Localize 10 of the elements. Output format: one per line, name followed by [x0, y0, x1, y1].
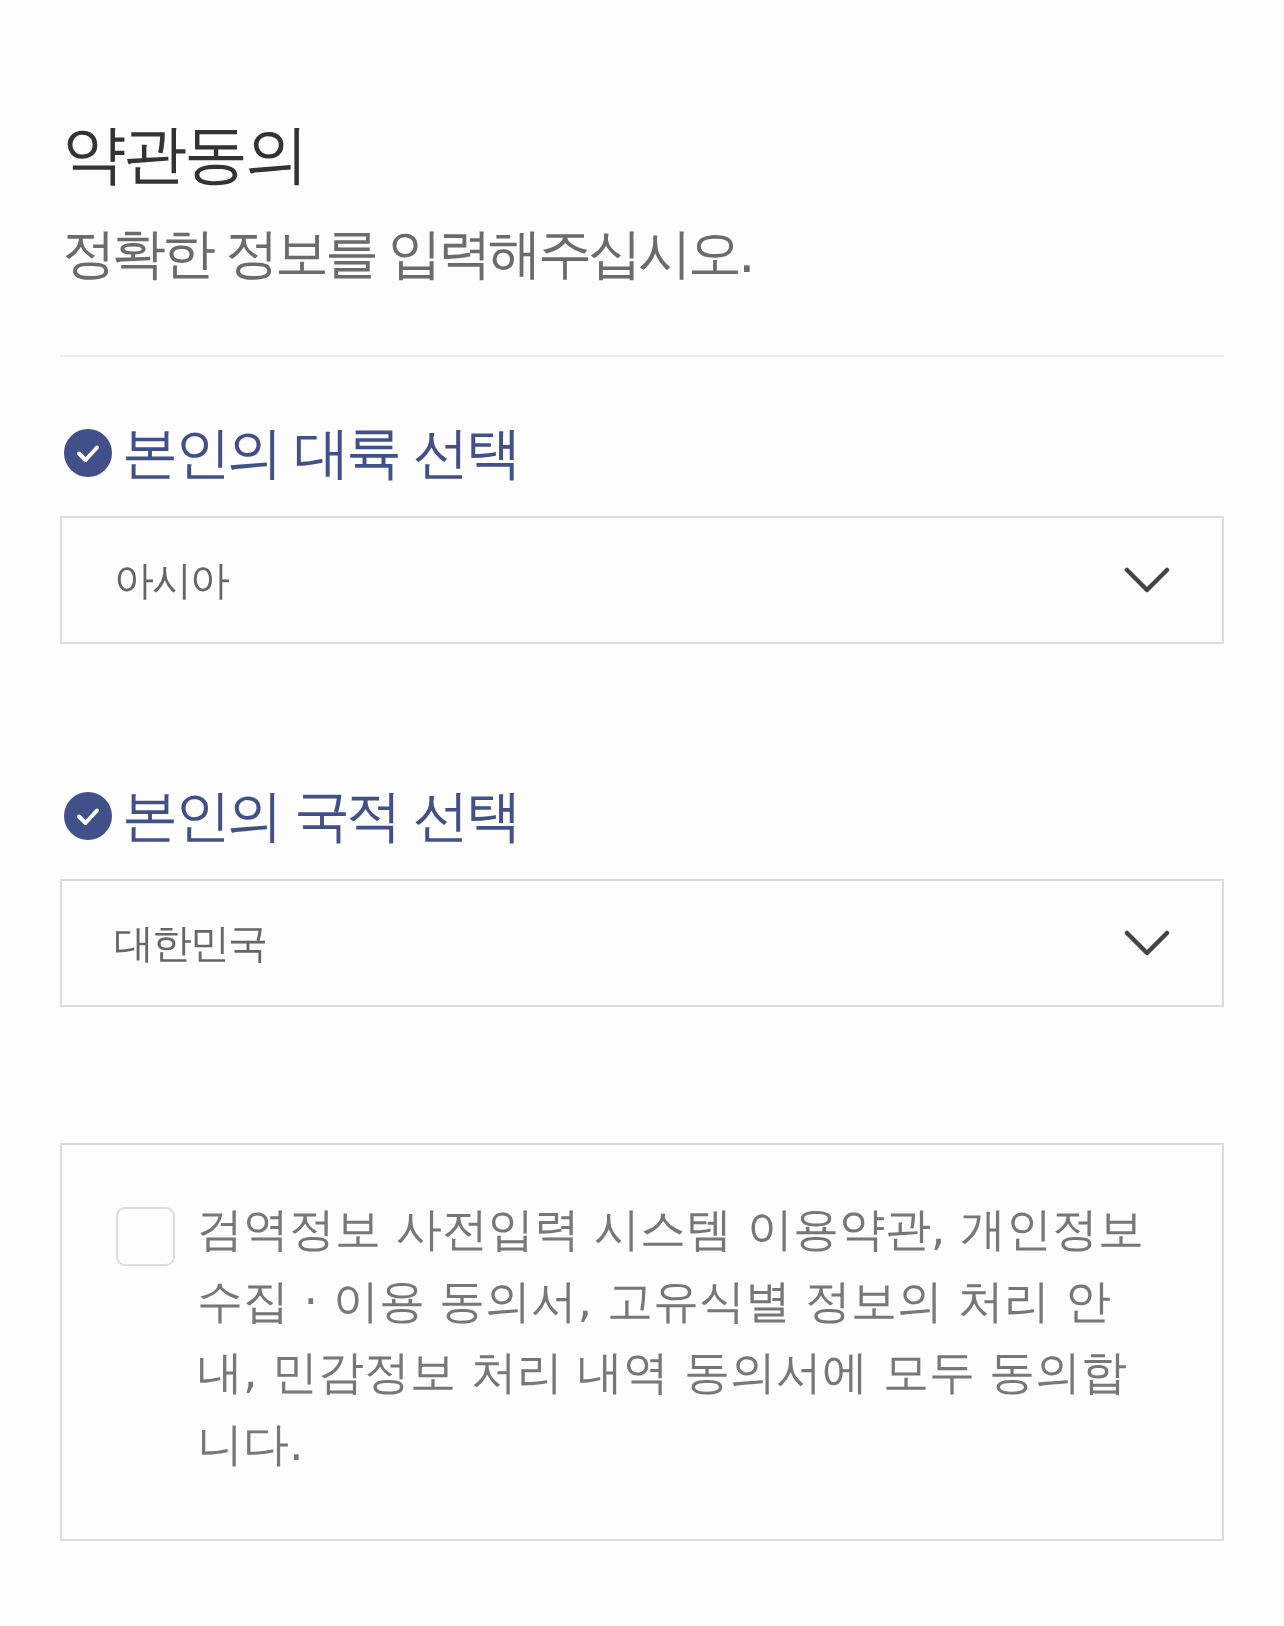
select-field[interactable]: 아시아 — [60, 516, 1224, 644]
select-field[interactable]: 대한민국 — [60, 879, 1224, 1007]
checkbox[interactable] — [116, 1207, 175, 1266]
chevron-down-icon — [1124, 930, 1170, 956]
page-subtitle: 정확한 정보를 입력해주십시오. — [62, 222, 752, 286]
chevron-down-icon — [1124, 567, 1170, 593]
field-label: 본인의 대륙 선택 — [122, 423, 519, 483]
field-label: 본인의 국적 선택 — [122, 786, 519, 846]
page-title: 약관동의 — [62, 116, 306, 192]
consent-text: 검역정보 사전입력 시스템 이용약관, 개인정보 수집 · 이용 동의서, 고유식별 정보의 처리 안내, 민감정보 처리 내역 동의서에 모두 동의합니다. — [197, 1201, 1146, 1473]
